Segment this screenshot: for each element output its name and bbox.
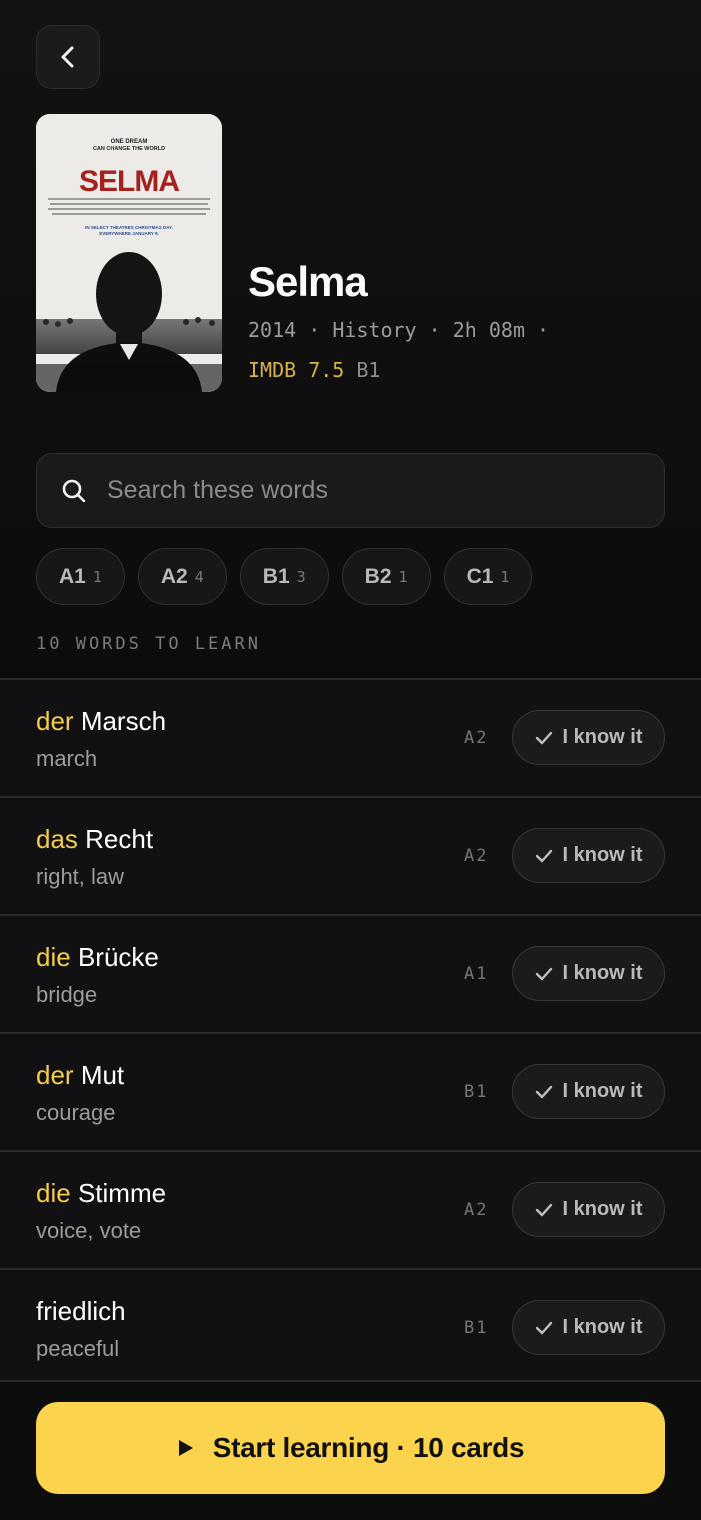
chip-level: A2 — [160, 564, 188, 588]
chevron-left-icon — [61, 46, 74, 68]
chip-count: 4 — [194, 567, 204, 586]
word-article: die — [36, 1178, 71, 1208]
chip-level: C1 — [466, 564, 494, 588]
word-text: Marsch — [80, 706, 167, 736]
movie-ratings: IMDB 7.5 B1 — [248, 358, 380, 382]
i-know-it-button[interactable]: I know it — [512, 710, 665, 765]
chip-count: 1 — [500, 567, 510, 586]
chip-level: B1 — [262, 564, 290, 588]
word-translation: courage — [36, 1100, 116, 1125]
i-know-it-button[interactable]: I know it — [512, 946, 665, 1001]
i-know-it-label: I know it — [562, 726, 643, 748]
chip-b2[interactable]: B2 1 — [341, 548, 431, 605]
i-know-it-label: I know it — [562, 1080, 643, 1102]
chip-count: 1 — [92, 567, 102, 586]
chip-level: B2 — [364, 564, 392, 588]
word-article: das — [36, 824, 78, 854]
chip-count: 3 — [296, 567, 306, 586]
meta-separator: · — [428, 318, 441, 342]
i-know-it-button[interactable]: I know it — [512, 1064, 665, 1119]
word-article: die — [36, 942, 71, 972]
list-item: der Mut courage B1 I know it — [0, 1032, 701, 1150]
word-text: Mut — [80, 1060, 125, 1090]
i-know-it-label: I know it — [562, 962, 643, 984]
word-translation: peaceful — [36, 1336, 120, 1361]
word-level: A2 — [464, 728, 489, 748]
start-learning-label: Start learning · 10 cards — [212, 1432, 525, 1463]
start-learning-button[interactable]: Start learning · 10 cards — [36, 1402, 665, 1494]
chip-b1[interactable]: B1 3 — [239, 548, 329, 605]
word-level: A2 — [464, 846, 489, 866]
movie-level: B1 — [356, 358, 381, 382]
word-text: friedlich — [36, 1296, 126, 1326]
word-text: Brücke — [77, 942, 159, 972]
word-translation: voice, vote — [36, 1218, 142, 1243]
word: die Brücke — [36, 942, 159, 973]
word-level: B1 — [464, 1082, 489, 1102]
check-icon — [535, 1203, 552, 1216]
word-translation: bridge — [36, 982, 98, 1007]
movie-poster: ONE DREAM CAN CHANGE THE WORLD SELMA IN … — [36, 114, 222, 392]
list-item: das Recht right, law A2 I know it — [0, 796, 701, 914]
word-translation: march — [36, 746, 98, 771]
check-icon — [535, 1085, 552, 1098]
poster-tagline-2: CAN CHANGE THE WORLD — [93, 146, 165, 152]
movie-duration: 2h 08m — [452, 318, 525, 342]
i-know-it-button[interactable]: I know it — [512, 1300, 665, 1355]
word-level: A1 — [464, 964, 489, 984]
search-input[interactable] — [107, 476, 607, 505]
section-label: 10 WORDS TO LEARN — [36, 634, 261, 654]
word: friedlich — [36, 1296, 126, 1327]
check-icon — [535, 1321, 552, 1334]
level-filter-chips: A1 1 A2 4 B1 3 B2 1 C1 1 — [36, 548, 533, 605]
word: der Mut — [36, 1060, 124, 1091]
chip-c1[interactable]: C1 1 — [443, 548, 533, 605]
check-icon — [535, 967, 552, 980]
word-article: der — [36, 706, 74, 736]
movie-words-screen: ONE DREAM CAN CHANGE THE WORLD SELMA IN … — [0, 0, 701, 1520]
word: das Recht — [36, 824, 153, 855]
list-item: die Stimme voice, vote A2 I know it — [0, 1150, 701, 1268]
word: die Stimme — [36, 1178, 166, 1209]
i-know-it-button[interactable]: I know it — [512, 828, 665, 883]
movie-title: Selma — [248, 258, 368, 305]
word-list: der Marsch march A2 I know it das Recht … — [0, 678, 701, 1386]
word-text: Recht — [85, 824, 154, 854]
search-icon — [62, 479, 86, 502]
list-item: friedlich peaceful B1 I know it — [0, 1268, 701, 1386]
chip-a2[interactable]: A2 4 — [137, 548, 227, 605]
chip-count: 1 — [398, 567, 408, 586]
i-know-it-label: I know it — [562, 1316, 643, 1338]
word-translation: right, law — [36, 864, 125, 889]
poster-release-1: IN SELECT THEATRES CHRISTMAS DAY. — [85, 225, 173, 230]
check-icon — [535, 849, 552, 862]
i-know-it-label: I know it — [562, 1198, 643, 1220]
poster-title: SELMA — [79, 165, 179, 198]
imdb-rating: IMDB 7.5 — [248, 358, 345, 382]
movie-genre: History — [332, 318, 417, 342]
play-icon — [178, 1440, 193, 1456]
word-article: der — [36, 1060, 74, 1090]
chip-level: A1 — [59, 564, 86, 588]
list-item: der Marsch march A2 I know it — [0, 678, 701, 796]
word-level: B1 — [464, 1318, 489, 1338]
search-bar[interactable] — [36, 453, 665, 528]
word: der Marsch — [36, 706, 166, 737]
movie-year: 2014 — [248, 318, 297, 342]
word-level: A2 — [464, 1200, 489, 1220]
list-item: die Brücke bridge A1 I know it — [0, 914, 701, 1032]
check-icon — [535, 731, 552, 744]
i-know-it-label: I know it — [562, 844, 643, 866]
poster-release-2: EVERYWHERE JANUARY 9. — [99, 231, 159, 236]
chip-a1[interactable]: A1 1 — [36, 548, 125, 605]
word-text: Stimme — [77, 1178, 167, 1208]
back-button[interactable] — [36, 25, 100, 89]
meta-separator: · — [537, 318, 550, 342]
meta-separator: · — [308, 318, 321, 342]
movie-meta: 2014 · History · 2h 08m · — [248, 318, 549, 342]
i-know-it-button[interactable]: I know it — [512, 1182, 665, 1237]
poster-tagline-1: ONE DREAM — [111, 139, 148, 145]
